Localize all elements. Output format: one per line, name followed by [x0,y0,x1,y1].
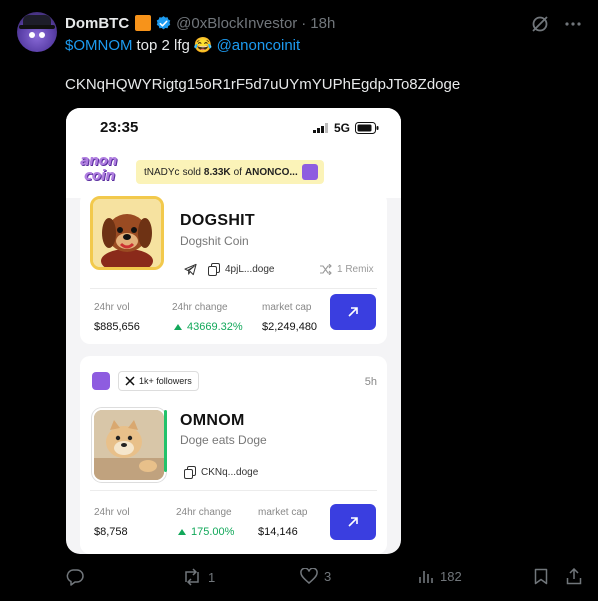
change-label: 24hr change [176,507,232,518]
verified-badge-icon [156,15,171,29]
status-time: 23:35 [100,119,139,136]
open-token-button[interactable] [330,504,376,540]
telegram-icon[interactable] [184,263,197,276]
token-name[interactable]: DOGSHIT [180,212,255,230]
shuffle-icon [320,264,332,275]
grok-icon[interactable] [530,14,550,34]
token-subtitle: Doge eats Doge [180,433,267,447]
display-name[interactable]: DomBTC [65,15,129,32]
share-button[interactable] [566,568,582,585]
vol-label: 24hr vol [94,302,130,313]
doge-image [92,408,166,482]
accent-bar [164,410,167,472]
network-label: 5G [333,121,350,135]
token-subtitle: Dogshit Coin [180,234,249,248]
copy-icon[interactable] [184,466,196,479]
cap-value: $14,146 [258,526,298,538]
signal-icon [312,123,328,133]
ticker-verb: sold [182,166,201,178]
vol-label: 24hr vol [94,507,130,518]
tweet-text: $OMNOM top 2 lfg 😂 @anoncoinit [65,36,301,55]
remix-count[interactable]: 1 Remix [337,264,374,275]
avatar[interactable] [17,12,57,52]
cap-value: $2,249,480 [262,321,318,333]
followers-chip[interactable]: 1k+ followers [118,371,199,391]
token-card-dogshit: DOGSHIT Dogshit Coin 4pjL...doge 1 Remix [80,192,387,344]
repost-button[interactable]: 1 [182,568,215,586]
open-token-button[interactable] [330,294,376,330]
views-button[interactable]: 182 [418,568,462,584]
creator-avatar[interactable] [92,372,110,390]
more-options-icon[interactable] [564,15,582,33]
change-label: 24hr change [172,302,228,313]
contract-address-text: CKNqHQWYRigtg15oR1rF5d7uUYmYUPhEgdpJTo8Z… [65,76,461,93]
copy-icon[interactable] [208,263,220,276]
heart-icon [300,568,318,584]
tweet-text-body: top 2 lfg [136,36,190,54]
vol-value: $885,656 [94,321,140,333]
app-bar: anon coin tNADYc sold 8.33K of ANONCO... [66,148,401,198]
separator-dot: · [301,14,307,32]
mention-link[interactable]: @anoncoinit [217,37,301,54]
like-count: 3 [324,568,332,584]
laughing-emoji: 😂 [193,37,213,54]
vol-value: $8,758 [94,526,128,538]
contract-row: 4pjL...doge [184,263,275,276]
contract-short[interactable]: 4pjL...doge [225,264,275,275]
contract-row: CKNq...doge [184,466,258,479]
activity-ticker: tNADYc sold 8.33K of ANONCO... [136,160,324,184]
views-bar-chart-icon [419,571,433,583]
bookmark-button[interactable] [534,568,548,585]
cap-label: market cap [258,507,308,518]
top-right-icons [530,14,582,34]
cashtag-link[interactable]: $OMNOM [65,37,133,54]
tweet-header: DomBTC @0xBlockInvestor · 18h [65,13,335,33]
like-button[interactable]: 3 [300,568,331,584]
handle[interactable]: @0xBlockInvestor [176,15,297,32]
reply-icon [66,569,84,586]
reply-button[interactable] [66,568,84,586]
ticker-of: of [233,166,242,178]
divider [90,490,377,491]
token-name[interactable]: OMNOM [180,412,245,430]
phone-status-bar: 23:35 5G [66,108,401,148]
battery-icon [355,122,379,134]
ticker-token: ANONCO... [244,166,298,178]
change-value: 43669.32% [174,321,243,333]
change-value: 175.00% [178,526,234,538]
token-card-omnom: 1k+ followers 5h OMNOM Doge eats Doge CK… [80,356,387,554]
bookmark-icon [534,568,548,585]
view-count: 182 [440,568,462,584]
x-logo-icon [125,376,135,386]
divider [90,288,377,289]
arrow-up-right-icon [348,517,358,527]
followers-count: 1k+ followers [139,376,192,386]
orange-square-badge-icon [135,15,152,31]
attached-screenshot[interactable]: 23:35 5G anon coin tNADYc sold 8.33K of … [66,108,401,554]
cap-label: market cap [262,302,312,313]
ticker-amount: 8.33K [203,166,231,178]
repost-icon [185,568,199,586]
arrow-up-right-icon [348,307,358,317]
ticker-user: tNADYc [144,166,180,178]
ticker-avatar-icon [302,164,318,180]
remix-row: 1 Remix [320,264,374,275]
anoncoin-logo: anon coin [80,153,118,184]
up-arrow-icon [174,324,182,330]
dog-image [90,196,164,270]
contract-short[interactable]: CKNq...doge [201,467,258,478]
token-age: 5h [364,376,377,388]
up-arrow-icon [178,529,186,535]
share-icon [566,568,582,585]
timestamp[interactable]: 18h [310,15,335,32]
tweet: DomBTC @0xBlockInvestor · 18h $OMNOM top… [0,0,598,601]
repost-count: 1 [208,569,216,585]
tweet-actions: 1 3 182 [0,564,598,592]
